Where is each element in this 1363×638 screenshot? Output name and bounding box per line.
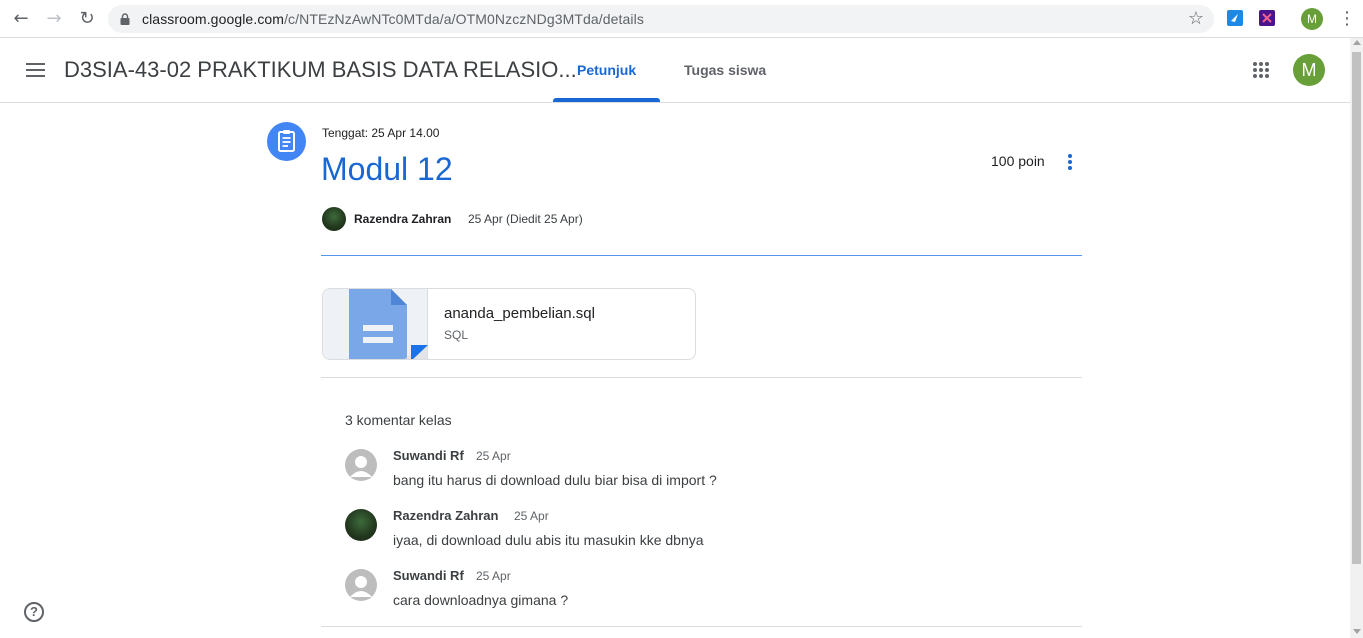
tab-petunjuk[interactable]: Petunjuk (577, 62, 636, 78)
reload-icon[interactable]: ↻ (76, 8, 98, 30)
help-icon[interactable]: ? (24, 602, 44, 622)
comment-author: Razendra Zahran (393, 508, 499, 523)
attachment-type: SQL (444, 328, 469, 342)
attachment-name[interactable]: ananda_pembelian.sql (444, 305, 595, 322)
comment-item: Razendra Zahran 25 Apr iyaa, di download… (345, 508, 1045, 558)
tab-tugas-siswa[interactable]: Tugas siswa (684, 62, 766, 78)
hamburger-menu-icon[interactable] (26, 63, 45, 77)
document-icon (349, 289, 428, 359)
comment-item: Suwandi Rf 25 Apr cara downloadnya giman… (345, 568, 1045, 618)
bookmark-star-icon[interactable]: ☆ (1188, 8, 1204, 29)
account-avatar[interactable]: M (1293, 54, 1325, 86)
class-comments-count[interactable]: 3 komentar kelas (345, 412, 452, 428)
scrollbar[interactable] (1350, 38, 1363, 638)
menu-kebab-icon[interactable]: ⋮ (1338, 8, 1356, 30)
default-avatar-icon (345, 569, 377, 601)
comment-author: Suwandi Rf (393, 448, 464, 463)
url-path: /c/NTEzNzAwNTc0MTda/a/OTM0NzczNDg3MTda/d… (284, 11, 644, 27)
back-icon[interactable]: ← (10, 8, 32, 30)
comment-author: Suwandi Rf (393, 568, 464, 583)
forward-icon[interactable]: → (43, 8, 65, 30)
address-bar[interactable]: classroom.google.com/c/NTEzNzAwNTc0MTda/… (108, 5, 1214, 33)
url-host: classroom.google.com (142, 11, 285, 27)
file-thumbnail (323, 289, 428, 359)
points-label: 100 poin (991, 153, 1045, 169)
author-avatar (322, 207, 346, 231)
assignment-title: Modul 12 (321, 151, 453, 187)
due-date: Tenggat: 25 Apr 14.00 (322, 126, 440, 140)
course-title[interactable]: D3SIA-43-02 PRAKTIKUM BASIS DATA RELASIO… (64, 57, 577, 83)
author-name: Razendra Zahran (354, 212, 452, 226)
posted-date: 25 Apr (Diedit 25 Apr) (468, 212, 583, 226)
lock-icon (120, 13, 130, 25)
comment-text: cara downloadnya gimana ? (393, 592, 569, 608)
browser-profile-avatar[interactable]: M (1301, 8, 1323, 30)
assignment-icon (267, 122, 306, 161)
active-tab-indicator (553, 98, 660, 102)
comment-date: 25 Apr (476, 569, 511, 583)
scroll-down-icon[interactable] (1353, 629, 1361, 634)
extension-icon[interactable] (1259, 10, 1275, 26)
divider (321, 626, 1082, 627)
default-avatar-icon (345, 449, 377, 481)
scroll-thumb[interactable] (1352, 52, 1361, 564)
browser-toolbar: ← → ↻ classroom.google.com/c/NTEzNzAwNTc… (0, 0, 1363, 38)
comment-date: 25 Apr (476, 449, 511, 463)
comment-item: Suwandi Rf 25 Apr bang itu harus di down… (345, 448, 1045, 498)
url-text: classroom.google.com/c/NTEzNzAwNTc0MTda/… (142, 11, 644, 27)
comment-date: 25 Apr (514, 509, 549, 523)
extension-icon[interactable] (1227, 10, 1243, 26)
user-photo-avatar (345, 509, 377, 541)
divider (321, 377, 1082, 378)
scroll-up-icon[interactable] (1353, 40, 1361, 45)
more-options-icon[interactable] (1063, 154, 1077, 174)
comment-text: iyaa, di download dulu abis itu masukin … (393, 532, 704, 548)
comment-text: bang itu harus di download dulu biar bis… (393, 472, 717, 488)
apps-grid-icon[interactable] (1253, 62, 1269, 78)
divider (321, 255, 1082, 256)
attachment-card[interactable]: ananda_pembelian.sql SQL (322, 288, 696, 360)
app-header: D3SIA-43-02 PRAKTIKUM BASIS DATA RELASIO… (0, 38, 1350, 103)
